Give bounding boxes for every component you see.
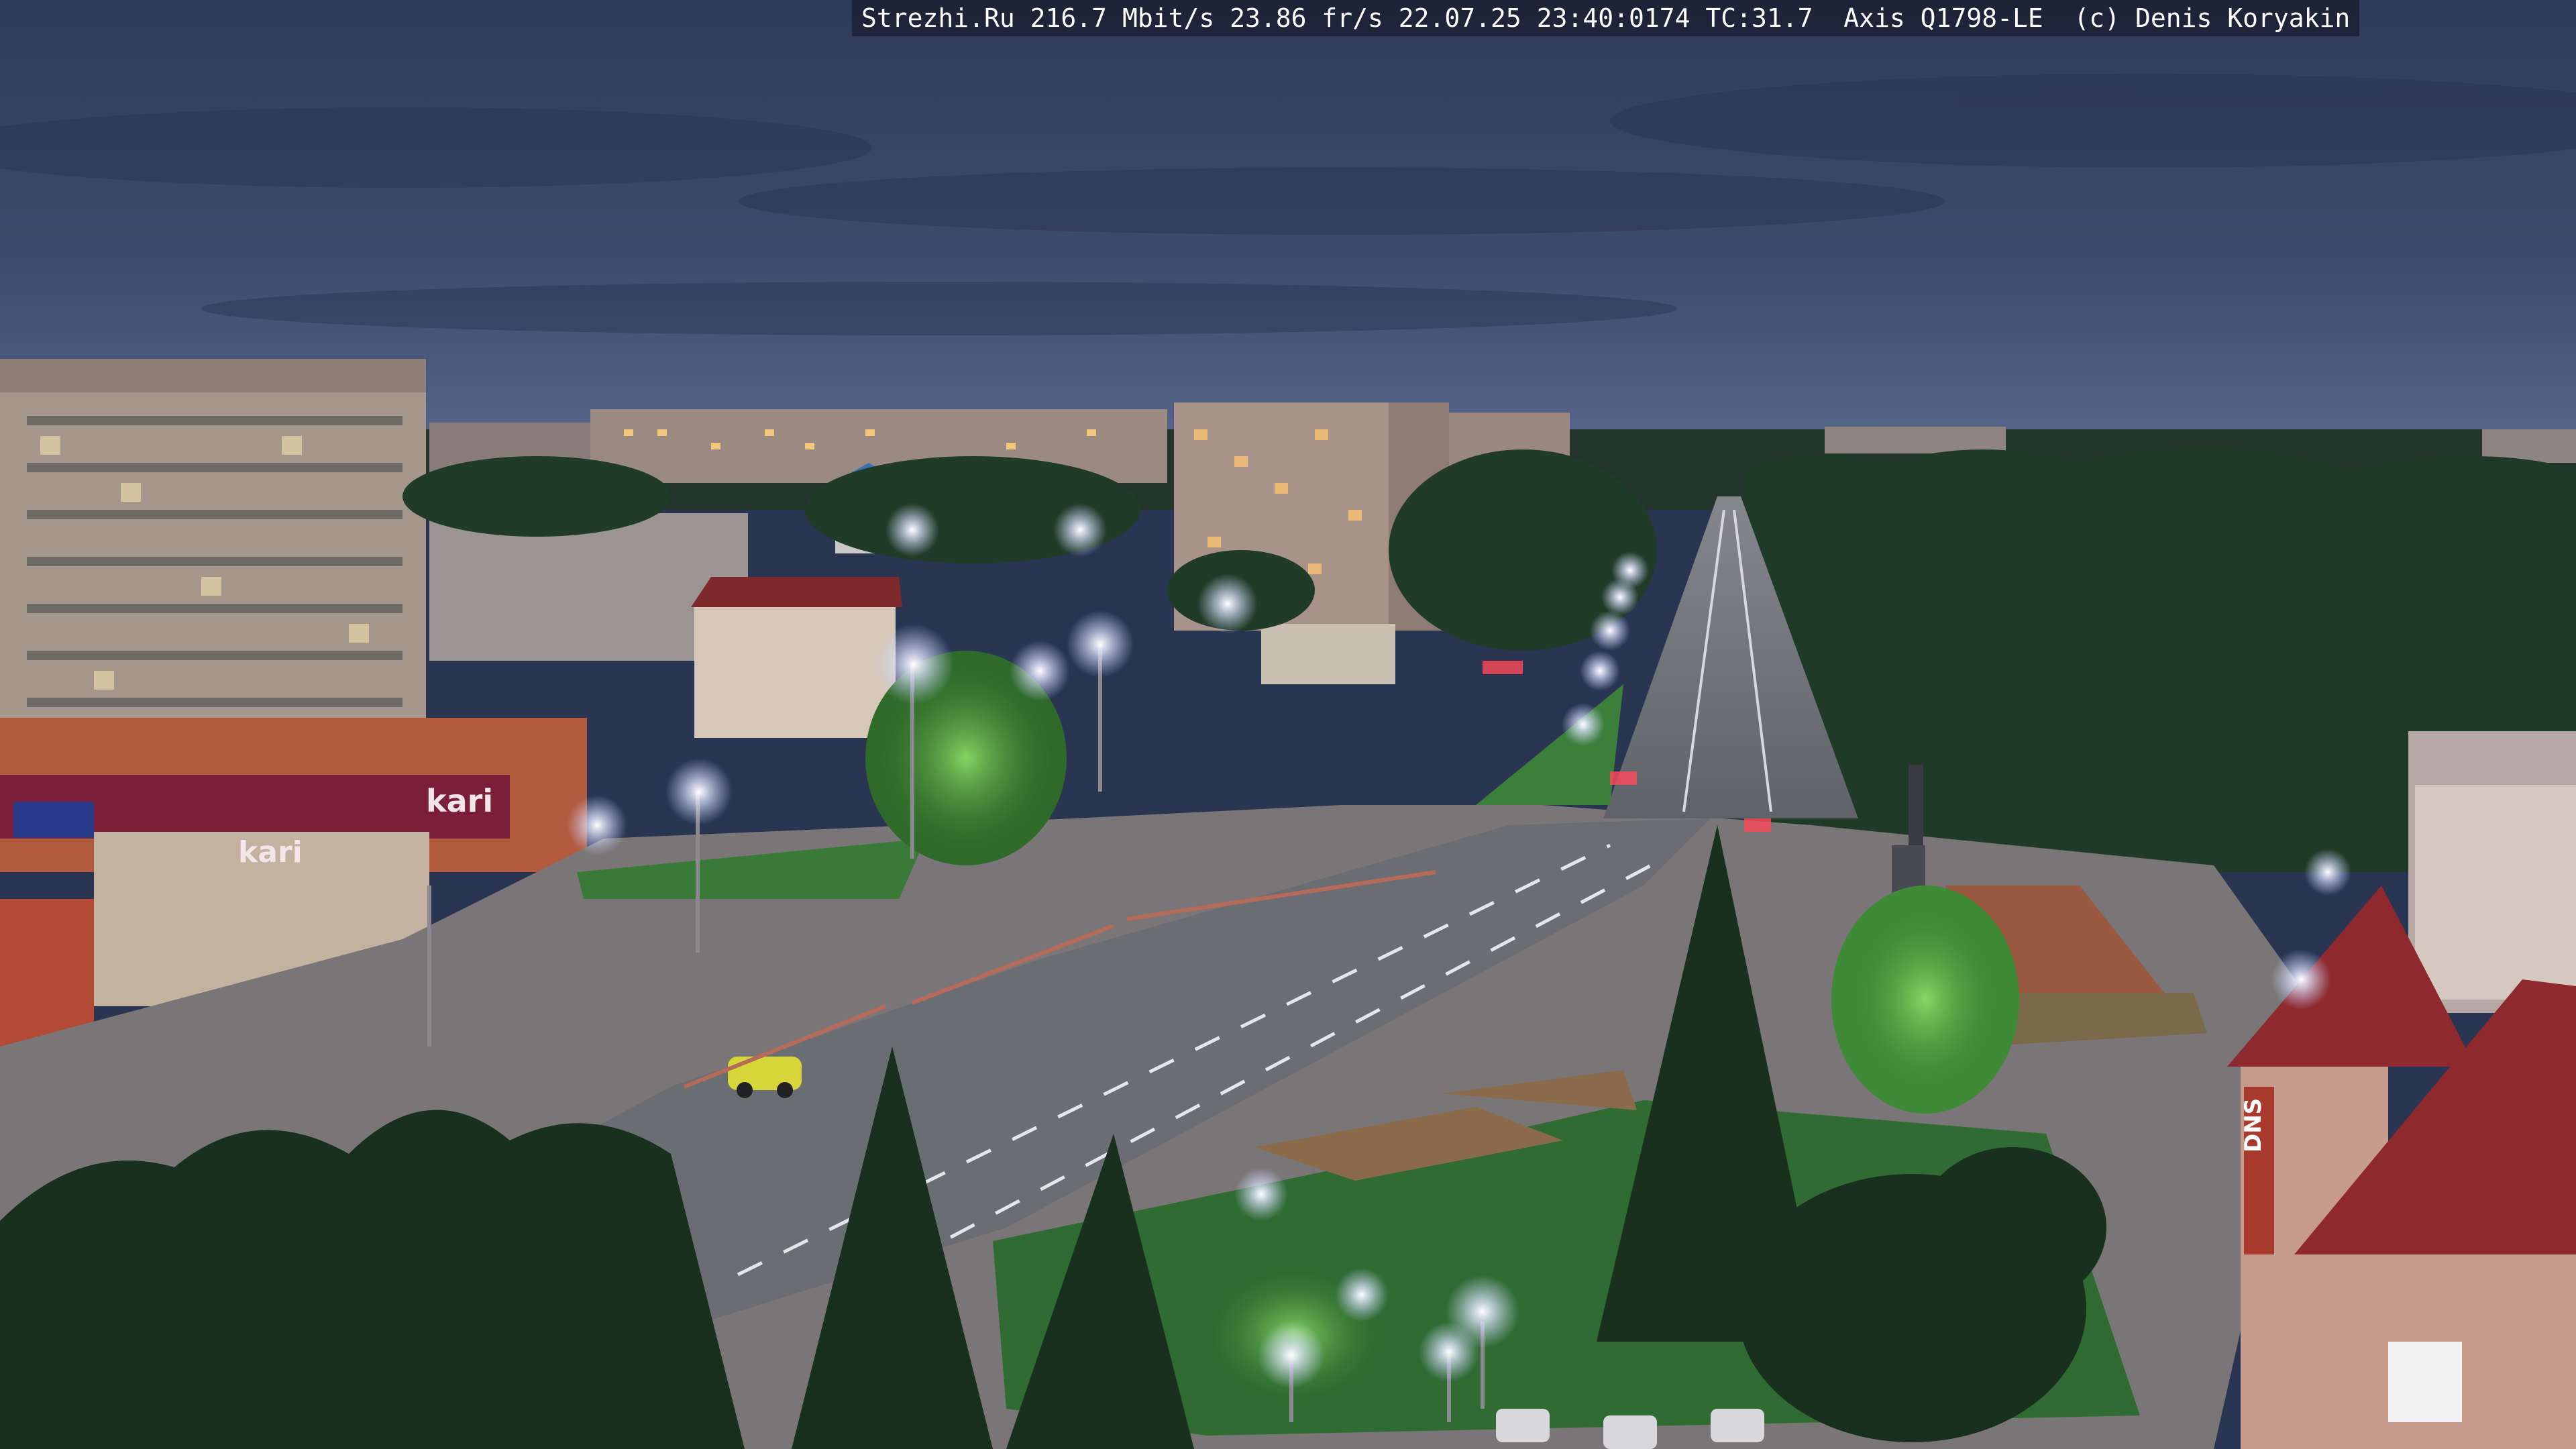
overlay-date: 22.07.25 [1398,3,1521,33]
overlay-copyright: (c) Denis Koryakin [2074,3,2351,33]
overlay-bandwidth: 216.7 Mbit/s [1030,3,1215,33]
webcam-scene: kari kari DNS [0,0,2576,1449]
store-sign-kari: kari [238,835,303,869]
red-roof-building [691,577,902,738]
overlay-time: 23:40:0174 [1536,3,1690,33]
left-apartment-building [0,359,426,775]
overlay-temperature: TC:31.7 [1705,3,1813,33]
overlay-framerate: 23.86 fr/s [1230,3,1383,33]
camera-info-overlay: Strezhi.Ru 216.7 Mbit/s 23.86 fr/s 22.07… [852,0,2360,36]
store-sign-kari-upper: kari [426,783,493,819]
overlay-camera-model: Axis Q1798-LE [1843,3,2043,33]
back-building [1261,624,1395,684]
grass-center [1476,684,1623,805]
overlay-site: Strezhi.Ru [861,3,1015,33]
store-sign-dns: DNS [2240,1098,2267,1152]
